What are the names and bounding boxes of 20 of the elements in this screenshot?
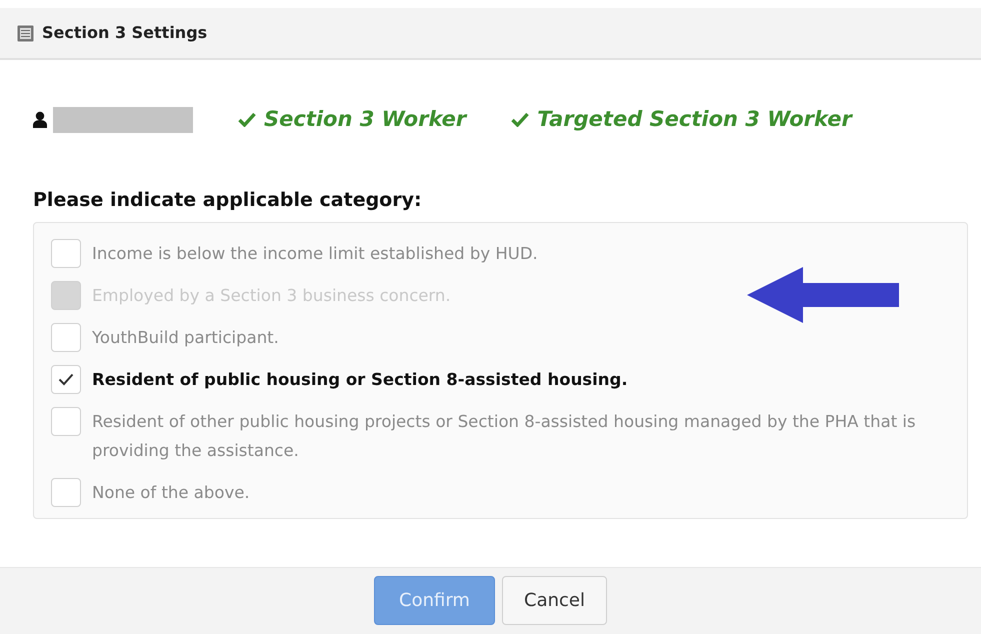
option-label: None of the above.: [92, 482, 250, 504]
status-label: Targeted Section 3 Worker: [537, 106, 852, 133]
checkbox[interactable]: [51, 407, 81, 436]
checkbox[interactable]: [51, 478, 81, 507]
option-label: Resident of other public housing projects or Section 8-assisted housing managed by the PHA that is providing the assistance.: [92, 411, 917, 462]
section-heading: Please indicate applicable category:: [32, 188, 423, 212]
checkbox[interactable]: [51, 365, 81, 394]
check-icon: [511, 112, 530, 128]
user-icon: [33, 111, 47, 128]
checkbox[interactable]: [51, 323, 81, 352]
cancel-button[interactable]: Cancel: [502, 576, 607, 625]
checkbox[interactable]: [51, 239, 81, 268]
option-label: YouthBuild participant.: [92, 327, 279, 349]
option-label: Resident of public housing or Section 8-assisted housing.: [92, 369, 628, 391]
list-icon: [17, 24, 34, 42]
option-label: Income is below the income limit established by HUD.: [92, 243, 538, 265]
window-title: Section 3 Settings: [42, 22, 208, 44]
status-label: Section 3 Worker: [264, 106, 466, 133]
check-icon: [58, 373, 74, 386]
check-icon: [238, 112, 256, 128]
